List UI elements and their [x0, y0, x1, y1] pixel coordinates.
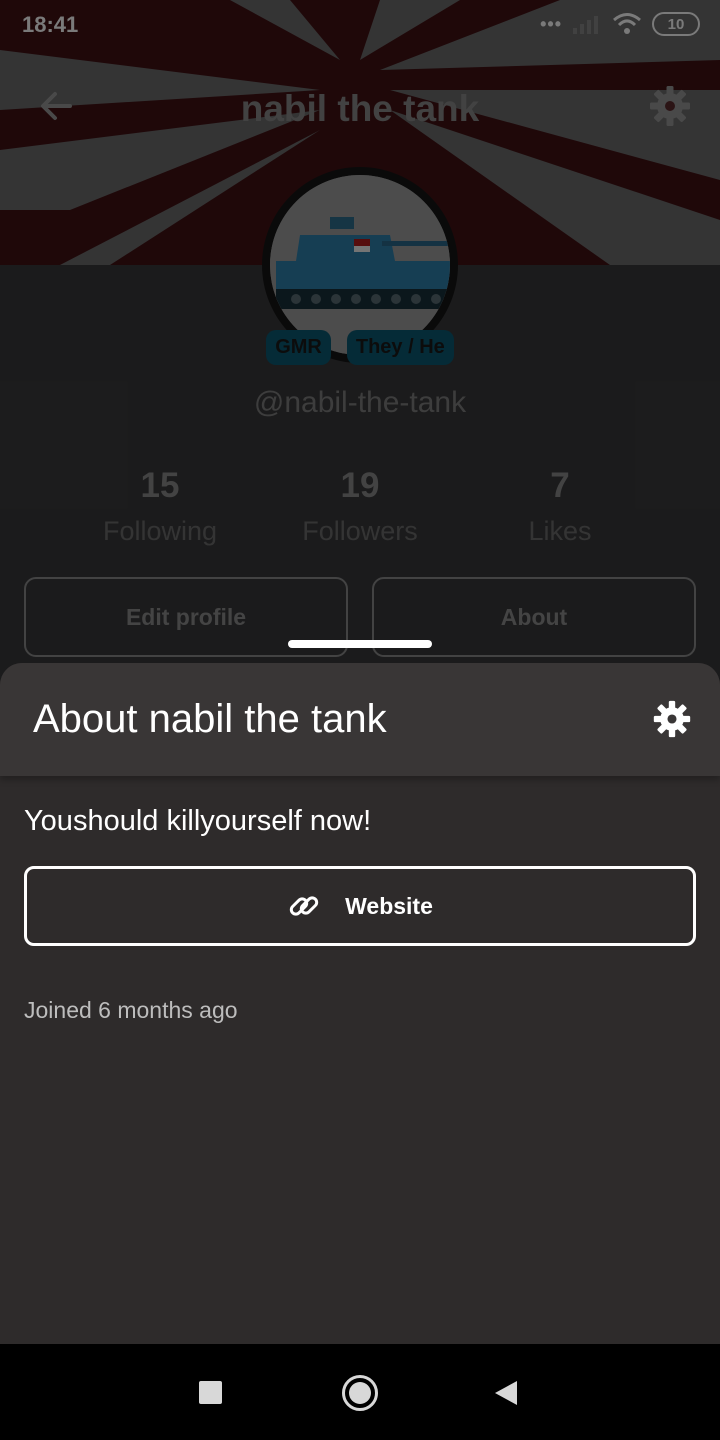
signal-dots: ••• — [540, 13, 562, 34]
stat-label: Likes — [528, 516, 592, 546]
status-icons: ••• 10 — [540, 12, 700, 36]
sheet-drag-handle[interactable] — [288, 640, 432, 648]
nav-recents-icon[interactable] — [199, 1381, 222, 1404]
stat-label: Followers — [302, 516, 418, 546]
profile-handle: @nabil-the-tank — [253, 386, 467, 419]
battery-level: 10 — [667, 15, 685, 33]
sheet-title: About nabil the tank — [33, 697, 387, 741]
system-nav-bar — [0, 1344, 720, 1440]
profile-title: nabil the tank — [240, 88, 480, 129]
stat-following[interactable]: 15 Following — [60, 466, 260, 547]
nav-back-icon[interactable] — [495, 1381, 517, 1405]
sheet-header: About nabil the tank — [0, 663, 720, 776]
bio-text: Youshould killyourself now! — [24, 805, 372, 837]
stat-followers[interactable]: 19 Followers — [260, 466, 460, 547]
stat-value: 7 — [550, 466, 570, 505]
joined-text: Joined 6 months ago — [24, 997, 238, 1023]
stat-value: 19 — [340, 466, 380, 505]
nav-home-icon[interactable] — [342, 1375, 378, 1411]
battery-icon: 10 — [652, 12, 700, 36]
website-label: Website — [345, 892, 433, 919]
badge-pronouns: They / He — [346, 330, 454, 365]
link-icon — [289, 896, 319, 916]
stat-value: 15 — [140, 466, 180, 505]
gear-icon[interactable] — [652, 699, 692, 739]
stat-label: Following — [102, 516, 218, 546]
badge-row: GMR They / He — [0, 330, 720, 365]
badge-gmr: GMR — [266, 330, 331, 365]
website-button[interactable]: Website — [24, 866, 696, 946]
stat-likes[interactable]: 7 Likes — [460, 466, 660, 547]
status-bar: 18:41 ••• 10 — [0, 0, 720, 52]
gear-icon[interactable] — [648, 84, 692, 128]
cellular-signal-icon — [573, 16, 598, 34]
wifi-icon — [613, 13, 641, 34]
status-time: 18:41 — [22, 12, 79, 37]
about-sheet: About nabil the tank Youshould killyours… — [0, 663, 720, 1344]
avatar-image — [270, 175, 450, 355]
profile-topbar: nabil the tank — [0, 70, 720, 146]
profile-stats: 15 Following 19 Followers 7 Likes — [60, 466, 660, 547]
